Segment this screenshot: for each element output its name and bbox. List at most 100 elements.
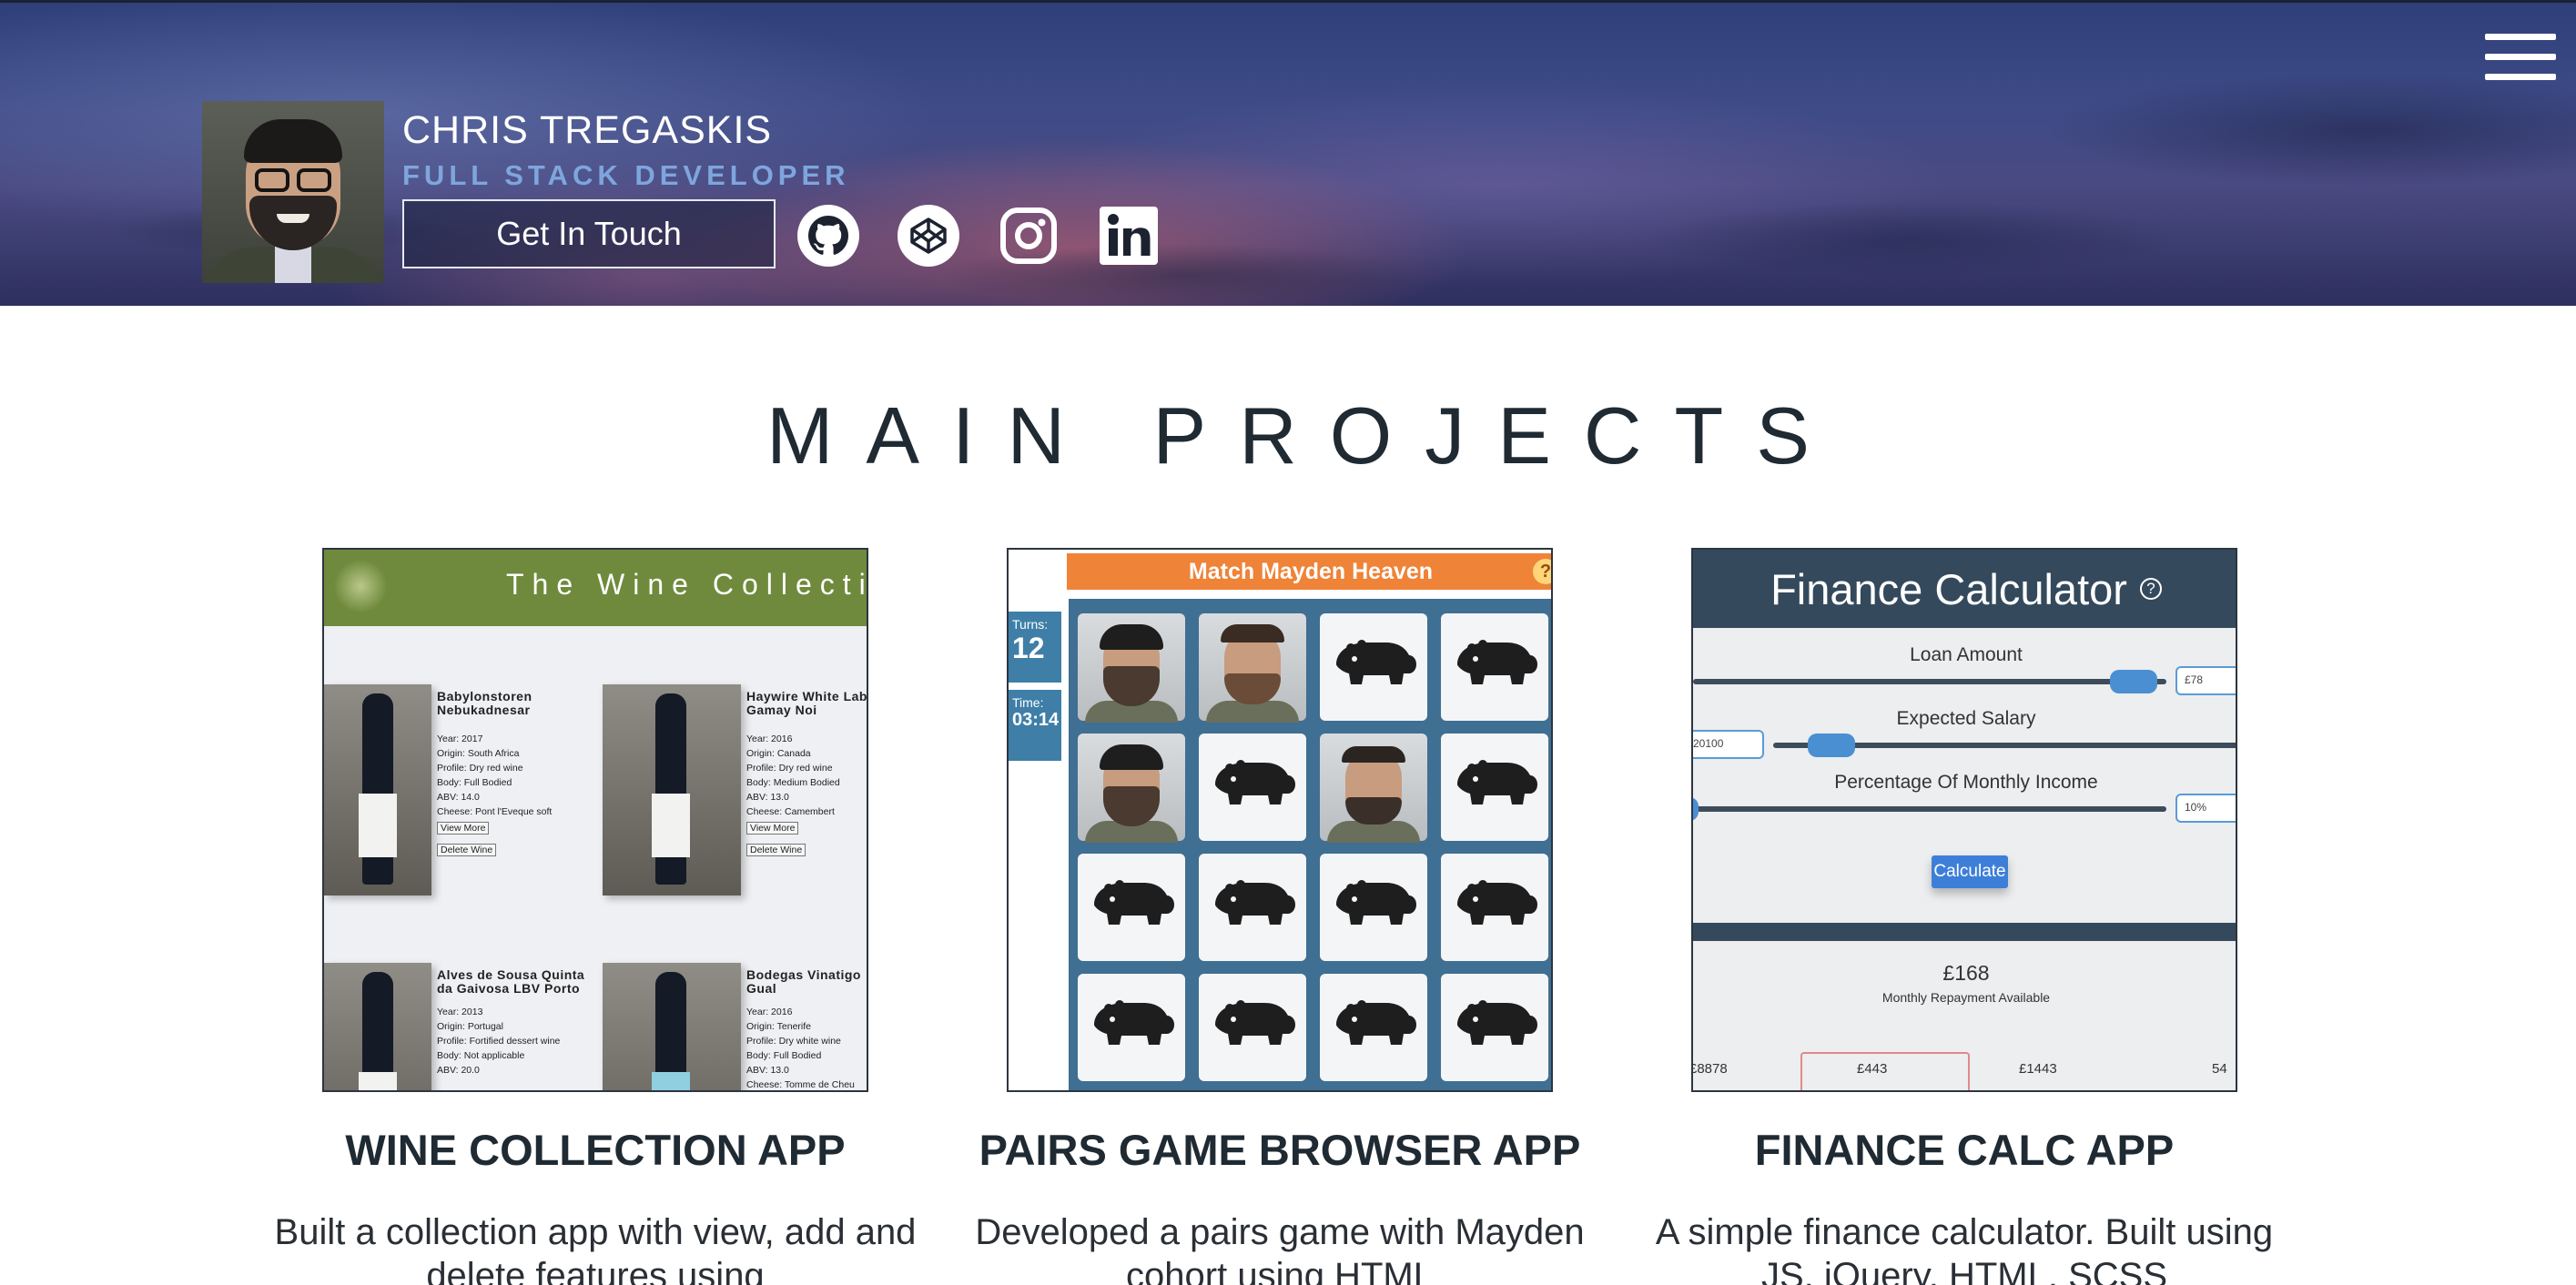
- wine-body: Body: Full Bodied: [437, 777, 512, 788]
- instagram-icon[interactable]: [998, 205, 1060, 267]
- percentage-label: Percentage Of Monthly Income: [1834, 772, 2098, 793]
- wine-cheese: Cheese: Camembert: [746, 806, 835, 817]
- list-item: Haywire White Label Gamay Noi Year: 2016…: [603, 684, 868, 912]
- wine-origin: Origin: Canada: [746, 748, 811, 759]
- percentage-slider-thumb: [1693, 797, 1699, 821]
- wine-bottle-image: [324, 684, 431, 895]
- loan-amount-field: £78: [2175, 666, 2236, 695]
- wine-year: Year: 2016: [746, 1007, 793, 1017]
- time-counter: Time: 03:14: [1009, 690, 1061, 761]
- wine-abv: ABV: 13.0: [746, 1065, 789, 1076]
- wine-profile: Profile: Dry red wine: [437, 763, 523, 774]
- wine-year: Year: 2013: [437, 1007, 483, 1017]
- wine-year: Year: 2016: [746, 734, 793, 744]
- pairs-app-screenshot[interactable]: Match Mayden Heaven ? Turns: 12 Time: 03…: [1007, 548, 1553, 1092]
- wine-body: Body: Not applicable: [437, 1050, 525, 1061]
- list-item: Alves de Sousa Quinta da Gaivosa LBV Por…: [324, 963, 597, 1090]
- wine-name: Bodegas Vinatigo Gual: [746, 967, 861, 996]
- wine-bottle-image: [324, 963, 431, 1090]
- wine-bottle-image: [603, 963, 741, 1090]
- wine-app-screenshot[interactable]: The Wine Collecti Babylonstoren Nebukadn…: [322, 548, 868, 1092]
- calculate-button: Calculate: [1932, 855, 2008, 888]
- hidden-card: [1441, 613, 1548, 721]
- revealed-card: [1078, 613, 1185, 723]
- wine-profile: Profile: Dry red wine: [746, 763, 833, 774]
- time-value: 03:14: [1012, 710, 1060, 730]
- salary-field: 20100: [1693, 730, 1764, 759]
- profile-name: CHRIS TREGASKIS: [402, 108, 773, 152]
- wine-cheese: Cheese: Tomme de Cheu: [746, 1079, 855, 1090]
- hidden-card: [1199, 734, 1306, 841]
- grapes-banner: The Wine Collecti: [324, 550, 868, 626]
- sky-background: [0, 3, 2576, 309]
- wine-origin: Origin: Portugal: [437, 1021, 503, 1032]
- finance-form: Loan Amount £78 Expected Salary 20100 Pe…: [1693, 628, 2236, 1090]
- project-title: FINANCE CALC APP: [1754, 1126, 2175, 1174]
- hamburger-menu-icon[interactable]: [2485, 34, 2556, 85]
- hidden-card: [1441, 974, 1548, 1081]
- wine-abv: ABV: 13.0: [746, 792, 789, 803]
- finance-title: Finance Calculator: [1770, 564, 2127, 613]
- codepen-icon[interactable]: [898, 205, 959, 267]
- wine-abv: ABV: 14.0: [437, 792, 480, 803]
- project-card-pairs: Match Mayden Heaven ? Turns: 12 Time: 03…: [975, 548, 1585, 1285]
- project-description: Built a collection app with view, add an…: [274, 1212, 917, 1285]
- project-title: PAIRS GAME BROWSER APP: [979, 1126, 1581, 1174]
- wine-name: Babylonstoren Nebukadnesar: [437, 689, 532, 717]
- list-item: Babylonstoren Nebukadnesar Year: 2017 Or…: [324, 684, 597, 912]
- wine-banner-title: The Wine Collecti: [506, 568, 868, 601]
- hidden-card: [1441, 854, 1548, 961]
- help-icon: ?: [2139, 578, 2162, 600]
- project-title: WINE COLLECTION APP: [345, 1126, 846, 1174]
- wine-bottle-image: [603, 684, 741, 895]
- hidden-card: [1320, 974, 1427, 1081]
- finance-calculator-header: Finance Calculator ?: [1693, 550, 2236, 628]
- project-card-wine: The Wine Collecti Babylonstoren Nebukadn…: [275, 548, 916, 1285]
- wine-origin: Origin: South Africa: [437, 748, 520, 759]
- delete-wine-button: Delete Wine: [437, 844, 497, 856]
- profile-role: FULL STACK DEVELOPER: [402, 159, 850, 191]
- section-title: MAIN PROJECTS: [766, 390, 1842, 481]
- hidden-card: [1199, 854, 1306, 961]
- repayment-value: £168: [1942, 961, 1990, 985]
- pairs-game-header: Match Mayden Heaven: [1067, 553, 1551, 590]
- stat-months: 54: [2212, 1061, 2227, 1077]
- revealed-card: [1320, 734, 1427, 843]
- hidden-card: [1199, 974, 1306, 1081]
- card-grid: [1069, 599, 1551, 1090]
- stat-upfront-fee: £443: [1857, 1061, 1888, 1077]
- wine-body: Body: Full Bodied: [746, 1050, 822, 1061]
- hidden-card: [1078, 854, 1185, 961]
- linkedin-icon[interactable]: [1098, 205, 1160, 267]
- hidden-card: [1441, 734, 1548, 841]
- wine-name: Haywire White Label Gamay Noi: [746, 689, 868, 717]
- github-icon[interactable]: [797, 205, 859, 267]
- loan-slider-thumb: [2110, 670, 2157, 693]
- wine-cheese: Cheese: Pont l'Eveque soft: [437, 806, 553, 817]
- turns-counter: Turns: 12: [1009, 612, 1061, 683]
- revealed-card: [1199, 613, 1306, 723]
- hidden-card: [1320, 854, 1427, 961]
- finance-app-screenshot[interactable]: Finance Calculator ? Loan Amount £78 Exp…: [1691, 548, 2237, 1092]
- time-label: Time:: [1012, 695, 1044, 710]
- revealed-card: [1078, 734, 1185, 843]
- expected-salary-label: Expected Salary: [1896, 708, 2036, 729]
- wine-profile: Profile: Dry white wine: [746, 1036, 841, 1047]
- project-card-finance: Finance Calculator ? Loan Amount £78 Exp…: [1656, 548, 2273, 1285]
- salary-slider-thumb: [1808, 734, 1855, 757]
- percentage-field: 10%: [2175, 794, 2236, 823]
- get-in-touch-button[interactable]: Get In Touch: [402, 199, 776, 268]
- list-item: Bodegas Vinatigo Gual Year: 2016 Origin:…: [603, 963, 867, 1090]
- wine-origin: Origin: Tenerife: [746, 1021, 812, 1032]
- loan-amount-label: Loan Amount: [1910, 644, 2023, 665]
- wine-abv: ABV: 20.0: [437, 1065, 480, 1076]
- turns-value: 12: [1012, 632, 1045, 664]
- percentage-slider: [1693, 806, 2166, 812]
- loan-slider: [1693, 679, 2166, 684]
- avatar: [202, 101, 384, 283]
- view-more-button: View More: [746, 822, 799, 835]
- wine-name: Alves de Sousa Quinta da Gaivosa LBV Por…: [437, 967, 585, 996]
- turns-label: Turns:: [1012, 617, 1049, 632]
- wine-body: Body: Medium Bodied: [746, 777, 840, 788]
- hidden-card: [1078, 974, 1185, 1081]
